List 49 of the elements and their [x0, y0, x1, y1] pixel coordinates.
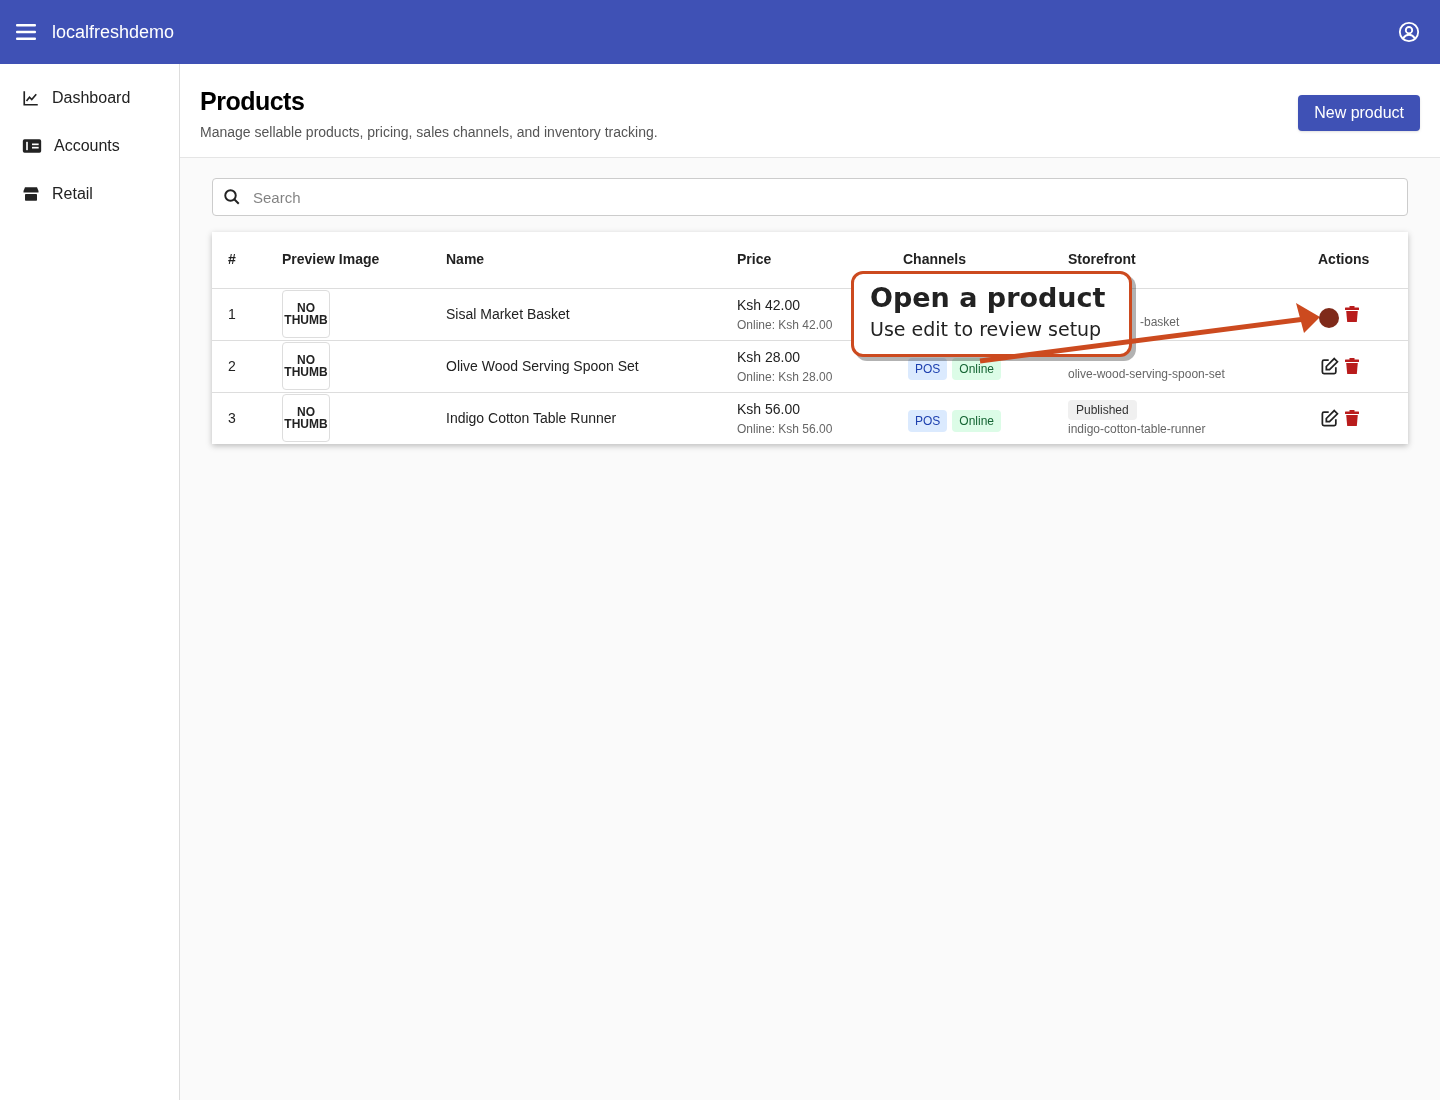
search-field[interactable]: Search [212, 178, 1408, 216]
product-name: Indigo Cotton Table Runner [446, 409, 617, 426]
row-number: 1 [228, 305, 236, 322]
edit-icon[interactable] [1320, 356, 1339, 376]
no-thumbnail-tile: NO THUMB [282, 394, 330, 443]
column-header: Channels [903, 251, 966, 268]
no-thumbnail-tile: NO THUMB [282, 290, 330, 338]
online-price: Online: Ksh 28.00 [737, 368, 833, 386]
channel-tag: Online [952, 358, 1002, 380]
column-header: # [228, 251, 236, 268]
chart-icon [22, 89, 40, 107]
sidebar-item[interactable]: Accounts [0, 122, 179, 170]
edit-icon[interactable] [1320, 408, 1339, 428]
column-header: Name [446, 251, 485, 268]
new-product-button[interactable]: New product [1298, 95, 1420, 131]
price: Ksh 56.00 [737, 399, 802, 419]
page-subtitle: Manage sellable products, pricing, sales channels, and inventory tracking. [200, 123, 658, 142]
column-header: Price [737, 251, 772, 268]
menu-icon[interactable] [16, 24, 36, 40]
app-title: localfreshdemo [52, 20, 175, 44]
product-name: Sisal Market Basket [446, 305, 570, 322]
product-name: Olive Wood Serving Spoon Set [446, 357, 639, 374]
row-number: 3 [228, 409, 236, 426]
search-icon [223, 188, 241, 206]
delete-icon[interactable] [1345, 358, 1359, 374]
delete-icon[interactable] [1345, 306, 1359, 322]
page-title: Products [200, 86, 306, 116]
account-icon[interactable] [1398, 21, 1420, 43]
callout-title: Open a product [870, 281, 1107, 315]
channel-tag: POS [908, 358, 948, 380]
no-thumbnail-tile: NO THUMB [282, 342, 330, 390]
row-number: 2 [228, 357, 236, 374]
column-header: Storefront [1068, 251, 1136, 268]
online-price: Online: Ksh 56.00 [737, 420, 833, 438]
sidebar-item[interactable]: Retail [0, 170, 179, 218]
product-slug: indigo-cotton-table-runner [1068, 420, 1206, 438]
product-slug: olive-wood-serving-spoon-set [1068, 366, 1225, 383]
column-header: Actions [1318, 251, 1370, 268]
callout-text: Use edit to review setup [870, 317, 1103, 342]
status-tag: Published [1068, 399, 1137, 420]
channel-tag: Online [952, 410, 1002, 433]
sidebar-item[interactable]: Dashboard [0, 74, 179, 122]
column-header: Preview Image [282, 251, 380, 268]
channel-tag: POS [908, 410, 948, 433]
price: Ksh 28.00 [737, 347, 802, 367]
store-icon [22, 185, 40, 203]
online-price: Online: Ksh 42.00 [737, 316, 833, 334]
delete-icon[interactable] [1345, 410, 1359, 427]
money-icon [22, 138, 42, 154]
